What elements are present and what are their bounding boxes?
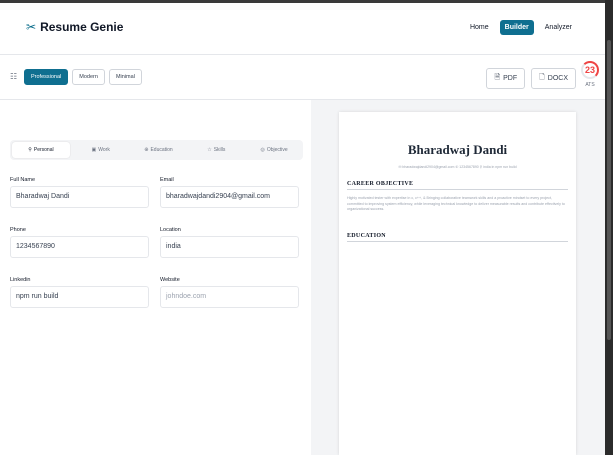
tab-objective[interactable]: ◎ Objective — [245, 140, 303, 160]
preview-panel: Bharadwaj Dandi ✉ bharadwajdandi2904@gma… — [311, 100, 605, 455]
window-scrollbar[interactable] — [605, 0, 613, 455]
scrollbar-thumb[interactable] — [607, 40, 611, 340]
ats-score-ring: 23 — [581, 61, 599, 79]
graduation-cap-icon: ⊕ — [144, 147, 149, 153]
nav-builder-link[interactable]: Builder — [499, 20, 534, 35]
export-pdf-label: PDF — [503, 75, 518, 82]
nav-home-link[interactable]: Home — [465, 20, 494, 35]
tab-label: Personal — [33, 147, 54, 153]
website-label: Website — [160, 277, 180, 283]
layout-icon: ☷ — [10, 72, 18, 81]
linkedin-input[interactable]: npm run build — [10, 286, 149, 308]
linkedin-field-group: Linkedin npm run build — [10, 277, 149, 308]
template-minimal-button[interactable]: Minimal — [108, 69, 142, 85]
tab-work[interactable]: ▣ Work — [72, 140, 130, 160]
ats-label: ATS — [585, 82, 595, 88]
resume-contact-line: ✉ bharadwajdandi2904@gmail.com ✆ 1234567… — [398, 165, 517, 169]
resume-name: Bharadwaj Dandi — [407, 142, 508, 157]
builder-toolbar: ☷ Professional Modern Minimal 🗎 PDF 🗋 DO… — [0, 55, 605, 100]
education-heading: EDUCATION — [347, 233, 568, 242]
phone-field-group: Phone 1234567890 — [10, 227, 149, 258]
section-tabs: ⚲ Personal ▣ Work ⊕ Education ☆ Skills ◎… — [10, 140, 303, 160]
template-professional-button[interactable]: Professional — [24, 69, 69, 85]
template-selector: Professional Modern Minimal — [24, 69, 142, 85]
full-name-field-group: Full Name Bharadwaj Dandi — [10, 177, 149, 208]
top-navbar: ✂ Resume Genie Home Builder Analyzer — [0, 3, 605, 55]
linkedin-label: Linkedin — [10, 277, 31, 283]
target-icon: ◎ — [260, 147, 265, 153]
resume-preview-page: Bharadwaj Dandi ✉ bharadwajdandi2904@gma… — [339, 112, 576, 455]
email-input[interactable]: bharadwajdandi2904@gmail.com — [160, 186, 299, 208]
tab-personal[interactable]: ⚲ Personal — [12, 142, 70, 158]
brand-name: Resume Genie — [40, 20, 124, 34]
website-input[interactable]: johndoe.com — [160, 286, 299, 308]
tab-skills[interactable]: ☆ Skills — [187, 140, 245, 160]
phone-input[interactable]: 1234567890 — [10, 236, 149, 258]
tab-education[interactable]: ⊕ Education — [130, 140, 188, 160]
tab-label: Skills — [213, 147, 226, 153]
export-pdf-button[interactable]: 🗎 PDF — [486, 68, 526, 89]
user-icon: ⚲ — [28, 147, 32, 153]
career-objective-heading: CAREER OBJECTIVE — [347, 181, 568, 190]
document-icon: 🗋 — [539, 74, 545, 81]
phone-label: Phone — [10, 227, 26, 233]
website-field-group: Website johndoe.com — [160, 277, 299, 308]
full-name-label: Full Name — [10, 177, 36, 183]
file-icon: 🗎 — [494, 74, 501, 81]
app-window: ✂ Resume Genie Home Builder Analyzer ☷ P… — [0, 3, 605, 455]
tab-label: Work — [98, 147, 110, 153]
full-name-input[interactable]: Bharadwaj Dandi — [10, 186, 149, 208]
editor-panel: ⚲ Personal ▣ Work ⊕ Education ☆ Skills ◎… — [0, 100, 311, 455]
star-icon: ☆ — [207, 147, 212, 153]
logo[interactable]: ✂ Resume Genie — [26, 20, 123, 34]
briefcase-icon: ▣ — [91, 147, 97, 153]
location-label: Location — [160, 227, 181, 233]
nav-analyzer-link[interactable]: Analyzer — [540, 20, 577, 35]
tab-label: Education — [150, 147, 173, 153]
export-buttons: 🗎 PDF 🗋 DOCX — [486, 68, 576, 89]
nav-links: Home Builder Analyzer — [465, 20, 577, 35]
career-objective-text: Highly motivated tester with expertise i… — [347, 196, 565, 212]
export-docx-button[interactable]: 🗋 DOCX — [531, 68, 576, 89]
location-field-group: Location india — [160, 227, 299, 258]
export-docx-label: DOCX — [547, 75, 568, 82]
email-field-group: Email bharadwajdandi2904@gmail.com — [160, 177, 299, 208]
scissors-icon: ✂ — [26, 20, 37, 34]
tab-label: Objective — [266, 147, 288, 153]
template-modern-button[interactable]: Modern — [72, 69, 105, 85]
email-label: Email — [160, 177, 174, 183]
ats-score[interactable]: 23 ATS — [579, 61, 601, 88]
location-input[interactable]: india — [160, 236, 299, 258]
